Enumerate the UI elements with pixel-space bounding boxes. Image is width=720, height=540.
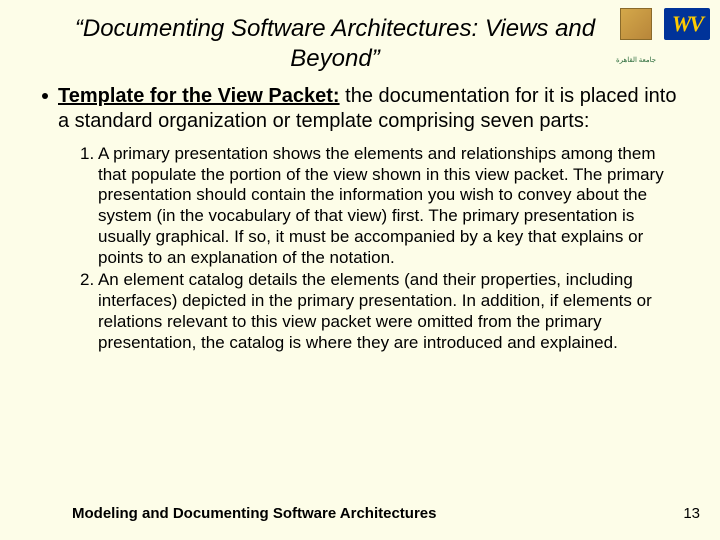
bullet-text: Template for the View Packet: the docume… xyxy=(58,84,684,134)
bullet-lead: Template for the View Packet: xyxy=(58,85,340,107)
slide-body: Template for the View Packet: the docume… xyxy=(0,74,720,353)
wvu-logo-text: WV xyxy=(672,11,702,37)
list-item: 1. A primary presentation shows the elem… xyxy=(80,144,678,268)
logo-area: جامعة القاهرة WV xyxy=(612,8,710,64)
page-number: 13 xyxy=(683,505,700,522)
bullet-item: Template for the View Packet: the docume… xyxy=(36,84,684,134)
numbered-list: 1. A primary presentation shows the elem… xyxy=(36,144,684,353)
wvu-logo: WV xyxy=(664,8,710,40)
bullet-icon xyxy=(42,93,48,99)
list-item: 2. An element catalog details the elemen… xyxy=(80,270,678,353)
footer-text: Modeling and Documenting Software Archit… xyxy=(72,505,436,522)
cairo-university-logo: جامعة القاهرة xyxy=(612,8,660,64)
slide-footer: Modeling and Documenting Software Archit… xyxy=(0,505,720,522)
cairo-logo-text: جامعة القاهرة xyxy=(612,56,660,64)
